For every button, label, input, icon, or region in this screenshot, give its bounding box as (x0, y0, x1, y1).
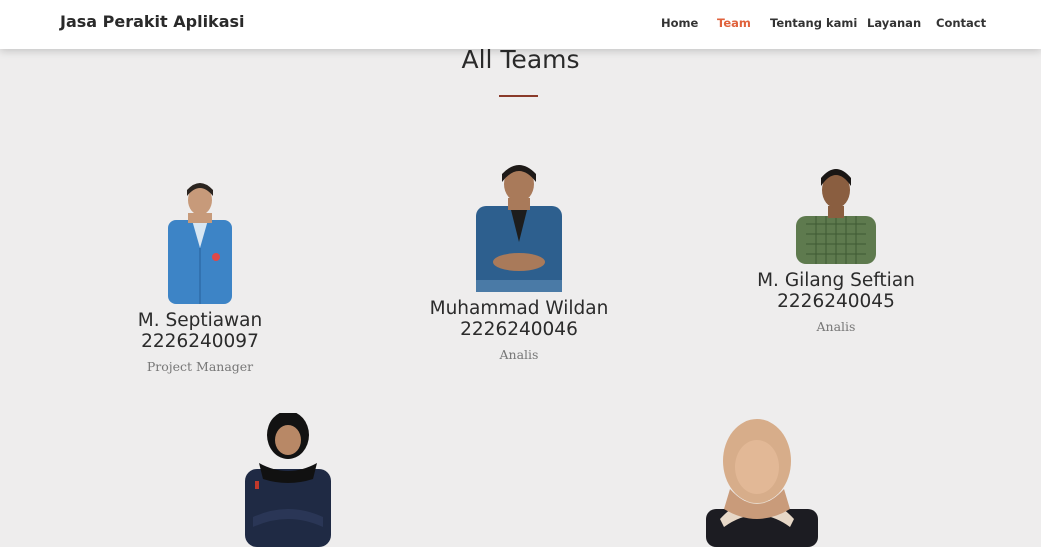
nav-item-team[interactable]: Team (717, 16, 751, 30)
member-photo (796, 164, 876, 264)
nav-item-tentang-kami[interactable]: Tentang kami (770, 16, 857, 30)
member-name: M. Gilang Seftian (757, 270, 915, 291)
brand-logo[interactable]: Jasa Perakit Aplikasi (60, 12, 245, 31)
team-member-card: Muhammad Wildan 2226240046 Analis (419, 162, 619, 362)
nav-item-contact[interactable]: Contact (936, 16, 986, 30)
member-role: Project Manager (146, 359, 254, 374)
member-role: Analis (816, 319, 856, 334)
member-photo (476, 162, 562, 292)
title-divider (499, 95, 538, 97)
member-name: M. Septiawan (137, 310, 263, 331)
member-nim: 2226240045 (777, 291, 895, 312)
member-photo (243, 413, 333, 547)
team-member-card (657, 419, 857, 547)
member-nim: 2226240046 (460, 319, 578, 340)
member-name: Muhammad Wildan (429, 298, 609, 319)
member-role: Analis (499, 347, 539, 362)
member-nim: 2226240097 (141, 331, 259, 352)
member-photo (160, 178, 240, 304)
nav-item-layanan[interactable]: Layanan (867, 16, 921, 30)
team-member-card: M. Septiawan 2226240097 Project Manager (100, 178, 300, 374)
team-member-card (188, 413, 388, 547)
team-member-card: M. Gilang Seftian 2226240045 Analis (736, 164, 936, 334)
navbar: Jasa Perakit Aplikasi Home Team Tentang … (0, 0, 1041, 49)
section-title: All Teams (461, 45, 580, 74)
nav-item-home[interactable]: Home (661, 16, 698, 30)
member-photo (690, 419, 824, 547)
